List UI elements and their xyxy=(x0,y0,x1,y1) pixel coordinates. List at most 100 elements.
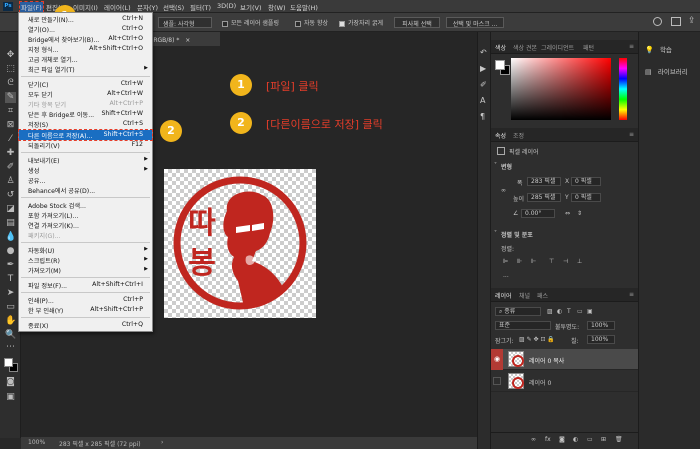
chevron-down-icon[interactable]: ˅ xyxy=(494,162,497,169)
link-layers-icon[interactable]: ∞ xyxy=(531,436,536,443)
paragraph-icon[interactable]: ¶ xyxy=(480,112,485,121)
blur-tool-icon[interactable]: 💧 xyxy=(5,232,16,243)
adjustment-layer-icon[interactable]: ◐ xyxy=(573,436,578,443)
menu-item-browse-bridge[interactable]: Bridge에서 찾아보기(B)... Alt+Ctrl+O xyxy=(19,34,152,44)
menu-item-open[interactable]: 열기(O)... Ctrl+O xyxy=(19,24,152,34)
tab-swatches[interactable]: 색상 견본 xyxy=(513,43,537,52)
character-icon[interactable]: A xyxy=(480,96,485,105)
menu-item-open-as[interactable]: 지정 형식... Alt+Shift+Ctrl+O xyxy=(19,44,152,54)
height-field[interactable]: 285 픽셀 xyxy=(527,193,561,202)
panel-menu-icon[interactable]: ≡ xyxy=(629,291,634,298)
zoom-level[interactable]: 100% xyxy=(28,439,45,446)
align-middle-icon[interactable]: ⊣ xyxy=(563,258,568,265)
select-and-mask-button[interactable]: 선택 및 마스크 ... xyxy=(446,17,504,28)
eraser-tool-icon[interactable]: ◪ xyxy=(5,204,16,215)
filter-adjust-icon[interactable]: ◐ xyxy=(557,308,562,315)
menu-item-automate[interactable]: 자동화(U) ▶ xyxy=(19,245,152,255)
brush-tool-icon[interactable]: ✐ xyxy=(5,162,16,173)
group-icon[interactable]: ▭ xyxy=(587,436,593,443)
healing-tool-icon[interactable]: ✚ xyxy=(5,148,16,159)
chevron-down-icon[interactable]: ˅ xyxy=(494,230,497,237)
panel-menu-icon[interactable]: ≡ xyxy=(629,131,634,138)
more-options-icon[interactable]: ··· xyxy=(503,274,509,281)
align-left-icon[interactable]: ⊫ xyxy=(503,258,508,265)
tab-layers[interactable]: 레이어 xyxy=(495,291,512,300)
blend-mode-select[interactable]: 표준 xyxy=(495,321,551,330)
zoom-tool-icon[interactable]: 🔍 xyxy=(5,330,16,341)
menu-item-print[interactable]: 인쇄(P)... Ctrl+P xyxy=(19,295,152,305)
all-layers-checkbox[interactable]: 모든 레이어 샘플링 xyxy=(218,17,283,28)
menu-item-revert[interactable]: 되돌리기(V) F12 xyxy=(19,140,152,150)
menu-item-file-info[interactable]: 파일 정보(F)... Alt+Shift+Ctrl+I xyxy=(19,280,152,290)
path-select-icon[interactable]: ➤ xyxy=(5,288,16,299)
sample-size-select[interactable]: 샘플: 사각형 xyxy=(158,17,212,28)
layer-kind-filter[interactable]: ⌕ 종류 xyxy=(495,307,541,316)
menu-view[interactable]: 보기(V) xyxy=(240,2,261,12)
stamp-tool-icon[interactable]: ♙ xyxy=(5,176,16,187)
menu-layer[interactable]: 레이어(L) xyxy=(104,2,131,12)
menu-item-close[interactable]: 닫기(C) Ctrl+W xyxy=(19,79,152,89)
panel-menu-icon[interactable]: ≡ xyxy=(629,43,634,50)
menu-item-close-go-bridge[interactable]: 닫은 후 Bridge로 이동... Shift+Ctrl+W xyxy=(19,109,152,119)
menu-3d[interactable]: 3D(D) xyxy=(217,2,236,10)
visibility-eye-icon[interactable]: ◉ xyxy=(491,349,503,370)
tab-patterns[interactable]: 패턴 xyxy=(583,43,594,52)
workspace-icon[interactable] xyxy=(671,17,681,26)
layer-style-icon[interactable]: fx xyxy=(545,436,551,443)
menu-item-scripts[interactable]: 스크립트(R) ▶ xyxy=(19,255,152,265)
visibility-toggle[interactable] xyxy=(493,377,501,385)
hue-slider[interactable] xyxy=(619,58,627,120)
flip-vertical-icon[interactable]: ⇕ xyxy=(577,210,582,217)
y-field[interactable]: 0 픽셀 xyxy=(571,193,601,202)
fill-field[interactable]: 100% xyxy=(587,335,615,344)
angle-field[interactable]: 0.00° xyxy=(521,209,555,218)
color-picker-field[interactable] xyxy=(511,58,611,120)
menu-type[interactable]: 문자(Y) xyxy=(137,2,158,12)
link-icon[interactable]: ∞ xyxy=(501,187,506,194)
select-subject-button[interactable]: 피사체 선택 xyxy=(394,17,440,28)
brush-settings-icon[interactable]: ✐ xyxy=(480,80,487,89)
quick-select-tool-icon[interactable]: ✎ xyxy=(5,92,16,103)
crop-tool-icon[interactable]: ⌗ xyxy=(5,106,16,117)
tab-properties[interactable]: 속성 xyxy=(495,131,506,140)
move-tool-icon[interactable]: ✥ xyxy=(5,50,16,61)
history-icon[interactable]: ↶ xyxy=(480,48,487,57)
menu-item-place-embedded[interactable]: 포함 가져오기(L)... xyxy=(19,210,152,220)
share-icon[interactable]: ⇪ xyxy=(688,16,696,26)
layer-row-selected[interactable]: ◉ 레이어 0 복사 xyxy=(491,349,639,370)
layer-row[interactable]: 레이어 0 xyxy=(491,371,639,392)
width-field[interactable]: 283 픽셀 xyxy=(527,177,561,186)
hand-tool-icon[interactable]: ✋ xyxy=(5,316,16,327)
menu-item-export[interactable]: 내보내기(E) ▶ xyxy=(19,155,152,165)
menu-item-new[interactable]: 새로 만들기(N)... Ctrl+N xyxy=(19,14,152,24)
hard-edge-checkbox[interactable]: 가장자리 굵게 xyxy=(335,17,387,28)
eyedropper-tool-icon[interactable]: ⁄ xyxy=(5,134,16,145)
filter-shape-icon[interactable]: ▭ xyxy=(577,308,583,315)
fg-swatch[interactable] xyxy=(495,60,505,70)
screen-mode-icon[interactable]: ▣ xyxy=(5,392,16,403)
tab-color[interactable]: 색상 xyxy=(495,43,506,52)
filter-type-icon[interactable]: T xyxy=(567,308,571,315)
menu-file[interactable]: 파일(F) xyxy=(19,1,44,13)
menu-item-import[interactable]: 가져오기(M) ▶ xyxy=(19,265,152,275)
menu-item-generate[interactable]: 생성 ▶ xyxy=(19,165,152,175)
menu-item-close-all[interactable]: 모두 닫기 Alt+Ctrl+W xyxy=(19,89,152,99)
history-brush-icon[interactable]: ↺ xyxy=(5,190,16,201)
menu-item-share[interactable]: 공유... xyxy=(19,175,152,185)
menu-window[interactable]: 창(W) xyxy=(268,2,285,12)
align-right-icon[interactable]: ⊩ xyxy=(531,258,536,265)
lasso-tool-icon[interactable]: ᘓ xyxy=(5,78,16,89)
tab-paths[interactable]: 패스 xyxy=(537,291,548,300)
auto-enhance-checkbox[interactable]: 자동 향상 xyxy=(291,17,332,28)
menu-item-save[interactable]: 저장(S) Ctrl+S xyxy=(19,119,152,129)
new-layer-icon[interactable]: ⊞ xyxy=(601,436,606,443)
add-mask-icon[interactable]: ◙ xyxy=(559,436,565,443)
menu-item-open-recent[interactable]: 최근 파일 열기(T) ▶ xyxy=(19,64,152,74)
menu-select[interactable]: 선택(S) xyxy=(163,2,184,12)
menu-image[interactable]: 이미지(I) xyxy=(73,2,98,12)
menu-item-print-one-copy[interactable]: 한 부 인쇄(Y) Alt+Shift+Ctrl+P xyxy=(19,305,152,315)
filter-pixel-icon[interactable]: ▨ xyxy=(547,308,553,315)
type-tool-icon[interactable]: T xyxy=(5,274,16,285)
chevron-right-icon[interactable]: › xyxy=(161,439,163,446)
libraries-item[interactable]: ▤ 라이브러리 xyxy=(645,66,688,76)
